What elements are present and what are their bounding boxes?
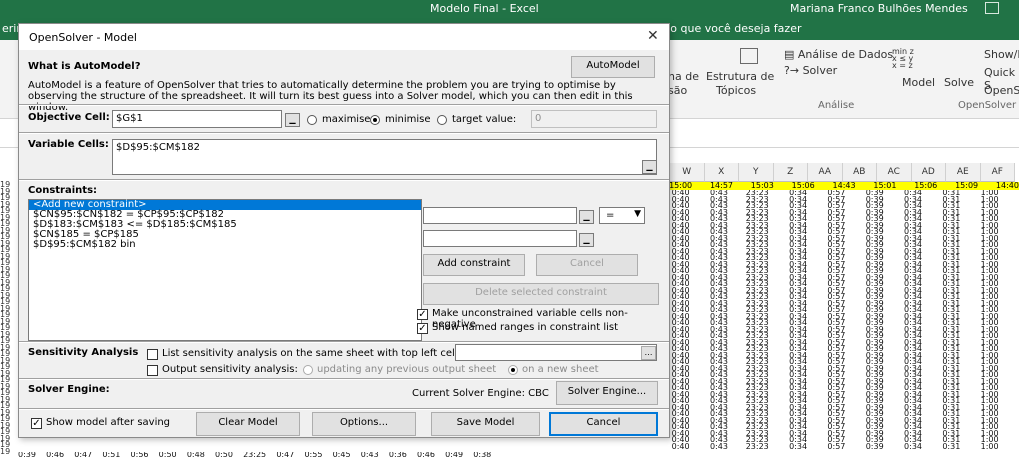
row-number[interactable]: 19 [0,447,14,456]
close-icon[interactable]: ✕ [647,28,659,44]
outline-label-2[interactable]: Tópicos [716,84,756,97]
automodel-description: AutoModel is a feature of OpenSolver tha… [28,80,633,113]
column-header[interactable]: X [704,163,739,182]
lhs-range-picker-button[interactable]: ▁ [579,210,594,224]
solver-label: Solver [802,64,838,77]
current-engine-label: Current Solver Engine: CBC [412,388,549,399]
user-name: Mariana Franco Bulhões Mendes [790,2,968,15]
target-value-radio[interactable] [437,115,447,125]
model-button[interactable]: Model [902,76,935,89]
constraints-list[interactable]: <Add new constraint> $CN$95:$CN$182 = $CP… [28,199,422,341]
cell-grid[interactable]: 0:40 0:43 23:23 0:34 0:57 0:39 0:34 0:31… [664,190,1019,464]
objective-cell-input[interactable]: $G$1 [112,110,282,128]
show-hide-button[interactable]: Show/H [984,48,1019,61]
column-header[interactable]: Y [739,163,774,182]
objective-range-picker-button[interactable]: ▁ [285,113,300,127]
variable-cells-input[interactable]: $D$95:$CM$182 [112,139,657,175]
constraint-rhs-input[interactable] [423,230,577,247]
variable-cells-label: Variable Cells: [28,139,109,150]
solve-button[interactable]: Solve [944,76,974,89]
cancel-button[interactable]: Cancel [549,412,658,436]
constraints-label: Constraints: [28,185,98,196]
column-header[interactable]: W [670,163,705,182]
row-numbers: 19 19 19 19 19 19 19 19 19 19 19 19 19 19 19 19 19 19 19 19… [0,181,14,464]
opensolver-menu-button[interactable]: OpenS [984,84,1019,97]
save-model-button[interactable]: Save Model [431,412,540,436]
relation-value: = [606,210,615,221]
output-sensitivity-label: Output sensitivity analysis: [162,364,298,375]
outline-icon [740,48,758,64]
options-button[interactable]: Options... [312,412,416,436]
updating-sheet-label: updating any previous output sheet [317,364,497,375]
grid-row[interactable]: 0:40 0:43 23:23 0:34 0:57 0:39 0:34 0:31… [664,442,1019,451]
named-ranges-checkbox[interactable]: ✓ [417,323,428,334]
constraint-cancel-button[interactable]: Cancel [536,254,638,276]
bottom-row-values: 0:39 0:46 0:47 0:51 0:56 0:50 0:48 0:50 … [18,452,492,459]
excel-title-bar: Modelo Final - Excel Mariana Franco Bulh… [0,0,1019,18]
named-ranges-label: Show named ranges in constraint list [432,322,619,333]
opensolver-group-label: OpenSolver [958,100,1017,111]
maximise-radio[interactable] [307,115,317,125]
model-icon: min z x ≤ y x = z [892,47,914,70]
sensitivity-range-picker-button[interactable]: … [641,346,656,360]
automodel-button[interactable]: AutoModel [571,56,655,78]
tell-me-box[interactable]: e o que você deseja fazer [660,22,801,35]
constraint-relation-select[interactable]: = ▼ [599,207,645,224]
column-header[interactable]: AA [808,163,843,182]
solver-engine-button[interactable]: Solver Engine... [556,381,658,405]
target-value-input[interactable]: 0 [531,110,657,128]
column-header[interactable]: AC [877,163,912,182]
solver-engine-label: Solver Engine: [28,384,110,395]
constraint-item[interactable]: $D$95:$CM$182 bin [29,240,421,250]
objective-label: Objective Cell: [28,112,110,123]
outline-label[interactable]: Estrutura de [706,70,774,83]
sensitivity-cell-input[interactable] [455,344,657,361]
updating-sheet-radio[interactable] [303,365,313,375]
divider [19,408,669,410]
solver-button[interactable]: ?→ Solver [784,64,837,77]
column-header[interactable]: AD [911,163,946,182]
add-constraint-button[interactable]: Add constraint [423,254,525,276]
column-header[interactable]: AE [946,163,981,182]
workbook-title: Modelo Final - Excel [430,2,539,15]
data-analysis-button[interactable]: ▤ Análise de Dados [784,48,893,61]
variable-range-picker-button[interactable]: ▁ [642,160,657,174]
nonnegative-checkbox[interactable]: ✓ [417,309,428,320]
automodel-heading: What is AutoModel? [28,61,141,72]
dialog-title-bar: OpenSolver - Model ✕ [19,24,669,50]
divider [19,378,669,380]
divider [19,104,669,106]
show-model-checkbox[interactable]: ✓ [31,418,42,429]
new-sheet-radio[interactable] [508,365,518,375]
delete-constraint-button[interactable]: Delete selected constraint [423,283,659,305]
dialog-title: OpenSolver - Model [29,31,137,44]
opensolver-model-dialog: OpenSolver - Model ✕ What is AutoModel? … [18,23,670,438]
minimise-label: minimise [385,114,431,125]
clear-model-button[interactable]: Clear Model [196,412,300,436]
chevron-down-icon: ▼ [634,209,641,219]
show-model-label: Show model after saving [46,417,171,428]
new-sheet-label: on a new sheet [522,364,599,375]
column-header[interactable]: AB [842,163,877,182]
sensitivity-label: Sensitivity Analysis [28,347,139,358]
constraint-lhs-input[interactable] [423,207,577,224]
divider [19,132,669,134]
data-analysis-label: Análise de Dados [797,48,894,61]
ribbon-frag-1: ha de [668,70,699,83]
minimise-radio[interactable] [370,115,380,125]
divider [19,179,669,181]
divider [19,341,669,343]
analysis-group-label: Análise [818,100,855,111]
ribbon-display-options-icon[interactable] [985,2,999,14]
list-sensitivity-checkbox[interactable] [147,349,158,360]
rhs-range-picker-button[interactable]: ▁ [579,233,594,247]
list-sensitivity-label: List sensitivity analysis on the same sh… [162,348,461,359]
column-header[interactable]: AF [980,163,1015,182]
output-sensitivity-checkbox[interactable] [147,365,158,376]
ribbon-frag-2: são [668,84,688,97]
highlighted-row: 15:00 14:57 15:03 15:06 14:43 15:01 15:0… [664,181,1019,190]
target-value-label: target value: [452,114,517,125]
column-header[interactable]: Z [773,163,808,182]
maximise-label: maximise [322,114,371,125]
